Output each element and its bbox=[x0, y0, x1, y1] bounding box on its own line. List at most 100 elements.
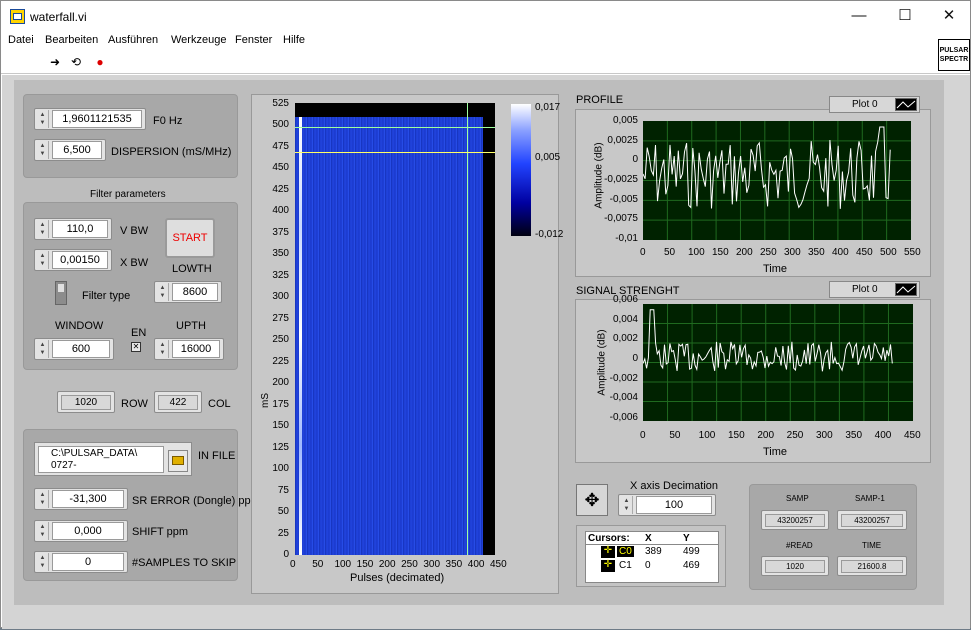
cursor-c1-icon[interactable]: ✛ bbox=[601, 560, 615, 572]
cursor-c1-y[interactable]: 469 bbox=[683, 560, 700, 571]
cursor-c1-name[interactable]: C1 bbox=[617, 560, 634, 571]
decimation-control[interactable]: ▲ ▼ 100 bbox=[618, 494, 716, 516]
spin-arrows-icon[interactable]: ▲ ▼ bbox=[37, 220, 49, 238]
signal-plot[interactable] bbox=[643, 304, 913, 421]
spin-arrows-icon[interactable]: ▲ ▼ bbox=[37, 340, 49, 358]
decimation-value[interactable]: 100 bbox=[636, 496, 712, 514]
cursor-c0-y[interactable]: 499 bbox=[683, 546, 700, 557]
dispersion-control[interactable]: ▲ ▼ 6,500 bbox=[34, 139, 106, 161]
maximize-button[interactable]: ☐ bbox=[883, 1, 927, 31]
waterfall-y-tick: 25 bbox=[277, 527, 289, 539]
menu-bearbeiten[interactable]: Bearbeiten bbox=[45, 34, 98, 46]
xbw-value[interactable]: 0,00150 bbox=[52, 251, 108, 269]
profile-title: PROFILE bbox=[576, 94, 624, 106]
in-file-control[interactable]: C:\PULSAR_DATA\ 0727- bbox=[34, 442, 192, 476]
profile-x-tick: 0 bbox=[640, 247, 646, 258]
lowth-control[interactable]: ▲ ▼ 8600 bbox=[154, 281, 222, 303]
cursor-c0-horizontal[interactable] bbox=[295, 127, 495, 128]
window-value[interactable]: 600 bbox=[52, 340, 110, 358]
menu-datei[interactable]: Datei bbox=[8, 34, 34, 46]
menu-ausfuehren[interactable]: Ausführen bbox=[108, 34, 158, 46]
signal-legend[interactable]: Plot 0 bbox=[829, 281, 920, 298]
spin-arrows-icon[interactable]: ▲ ▼ bbox=[37, 553, 49, 571]
shift-control[interactable]: ▲ ▼ 0,000 bbox=[34, 520, 128, 542]
waterfall-x-tick: 200 bbox=[378, 559, 396, 570]
colorbar-min: -0,012 bbox=[535, 229, 564, 240]
upth-control[interactable]: ▲ ▼ 16000 bbox=[154, 338, 224, 360]
cursor-c0-icon[interactable]: ✛ bbox=[601, 546, 615, 558]
run-arrow-icon[interactable]: ➜ bbox=[46, 53, 64, 71]
menu-werkzeuge[interactable]: Werkzeuge bbox=[171, 34, 226, 46]
dispersion-value[interactable]: 6,500 bbox=[52, 141, 102, 159]
signal-y-tick: 0,002 bbox=[612, 333, 638, 345]
cursor-c0-name[interactable]: C0 bbox=[617, 546, 634, 557]
spin-arrows-icon[interactable]: ▲ ▼ bbox=[37, 141, 49, 159]
skip-control[interactable]: ▲ ▼ 0 bbox=[34, 551, 128, 573]
browse-folder-icon[interactable] bbox=[168, 450, 188, 472]
waterfall-y-tick: 100 bbox=[272, 463, 289, 475]
in-file-path[interactable]: C:\PULSAR_DATA\ 0727- bbox=[38, 446, 164, 473]
profile-y-tick: 0,0025 bbox=[607, 134, 638, 146]
colorbar bbox=[511, 104, 531, 236]
spin-arrows-icon[interactable]: ▲ ▼ bbox=[37, 110, 49, 128]
vbw-control[interactable]: ▲ ▼ 110,0 bbox=[34, 218, 112, 240]
spin-arrows-icon[interactable]: ▲ ▼ bbox=[157, 340, 169, 358]
profile-legend[interactable]: Plot 0 bbox=[829, 96, 920, 113]
signal-x-tick: 50 bbox=[669, 430, 681, 441]
spin-arrows-icon[interactable]: ▲ ▼ bbox=[37, 251, 49, 269]
profile-y-tick: -0,01 bbox=[615, 233, 638, 244]
cursor-c1-horizontal[interactable] bbox=[295, 152, 495, 153]
menu-fenster[interactable]: Fenster bbox=[235, 34, 272, 46]
cursor-c0-x[interactable]: 389 bbox=[645, 546, 662, 557]
waterfall-x-tick: 300 bbox=[423, 559, 441, 570]
sr-error-control[interactable]: ▲ ▼ -31,300 bbox=[34, 488, 128, 510]
lowth-value[interactable]: 8600 bbox=[172, 283, 218, 301]
window-label: WINDOW bbox=[55, 320, 104, 332]
spin-arrows-icon[interactable]: ▲ ▼ bbox=[37, 490, 49, 508]
title-bar: waterfall.vi — ☐ ✕ bbox=[1, 1, 970, 31]
close-button[interactable]: ✕ bbox=[927, 1, 971, 31]
spin-arrows-icon[interactable]: ▲ ▼ bbox=[37, 522, 49, 540]
plot-style-icon bbox=[895, 283, 917, 296]
profile-x-tick: 500 bbox=[880, 247, 897, 258]
en-checkbox[interactable]: ✕ bbox=[131, 342, 141, 352]
graph-palette-icon[interactable]: ✥ bbox=[576, 484, 608, 516]
row-indicator: 1020 bbox=[57, 391, 115, 413]
f0-control[interactable]: ▲ ▼ 1,9601121535 bbox=[34, 108, 146, 130]
spin-arrows-icon[interactable]: ▲ ▼ bbox=[621, 496, 633, 514]
waterfall-y-tick: 300 bbox=[272, 291, 289, 303]
signal-y-tick: -0,006 bbox=[609, 412, 638, 423]
cursor-c1-x[interactable]: 0 bbox=[645, 560, 651, 571]
f0-value[interactable]: 1,9601121535 bbox=[52, 110, 142, 128]
vbw-value[interactable]: 110,0 bbox=[52, 220, 108, 238]
signal-x-tick: 0 bbox=[640, 430, 646, 441]
upth-value[interactable]: 16000 bbox=[172, 340, 220, 358]
minimize-button[interactable]: — bbox=[837, 1, 881, 31]
en-label: EN bbox=[131, 327, 147, 339]
cursor-c0-vertical[interactable] bbox=[467, 103, 468, 555]
sr-error-value[interactable]: -31,300 bbox=[52, 490, 124, 508]
menu-hilfe[interactable]: Hilfe bbox=[283, 34, 305, 46]
waterfall-y-tick: 175 bbox=[272, 398, 289, 410]
shift-value[interactable]: 0,000 bbox=[52, 522, 124, 540]
skip-value[interactable]: 0 bbox=[52, 553, 124, 571]
abort-icon[interactable]: ● bbox=[91, 53, 109, 71]
waterfall-plot-area[interactable] bbox=[295, 103, 495, 555]
start-button[interactable]: START bbox=[165, 218, 215, 258]
signal-x-tick: 300 bbox=[816, 430, 833, 441]
waterfall-x-tick: 450 bbox=[490, 559, 507, 570]
filter-type-switch[interactable] bbox=[55, 281, 67, 305]
sr-error-label: SR ERROR (Dongle) ppm bbox=[132, 495, 260, 507]
waterfall-y-tick: 325 bbox=[272, 269, 289, 281]
spin-arrows-icon[interactable]: ▲ ▼ bbox=[157, 283, 169, 301]
signal-x-tick: 200 bbox=[757, 430, 775, 441]
profile-plot[interactable] bbox=[643, 121, 911, 240]
row-value: 1020 bbox=[61, 395, 111, 410]
window-control[interactable]: ▲ ▼ 600 bbox=[34, 338, 114, 360]
waterfall-x-tick: 150 bbox=[356, 559, 374, 570]
signal-y-tick: 0,006 bbox=[612, 294, 638, 305]
run-continuous-icon[interactable]: ⟲ bbox=[67, 53, 85, 71]
profile-y-tick: -0,005 bbox=[609, 193, 638, 205]
signal-x-tick: 450 bbox=[904, 430, 921, 441]
xbw-control[interactable]: ▲ ▼ 0,00150 bbox=[34, 249, 112, 271]
